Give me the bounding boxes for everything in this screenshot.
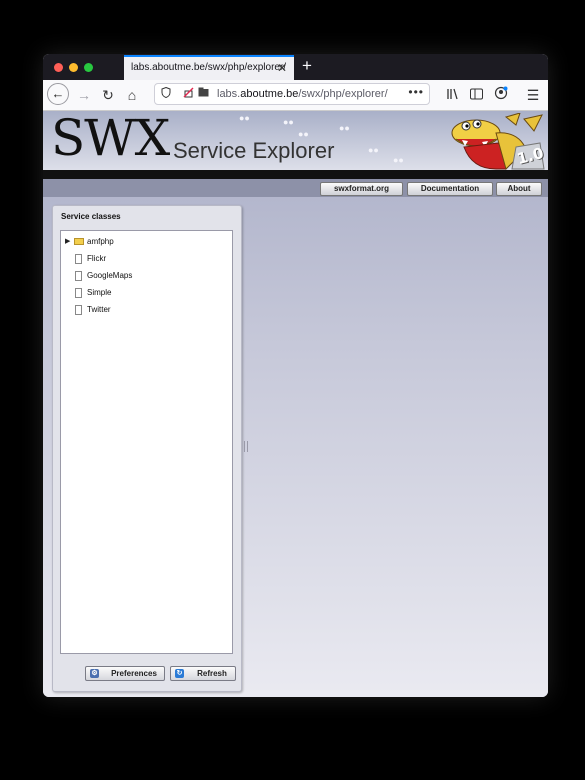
url-host: labs.aboutme.be: [217, 88, 299, 100]
shield-icon[interactable]: [161, 86, 171, 103]
tree-item-label: Twitter: [87, 305, 111, 314]
tab-active[interactable]: labs.aboutme.be/swx/php/explorer/ ✕: [124, 55, 294, 80]
url-text[interactable]: labs.aboutme.be/swx/php/explorer/: [217, 88, 388, 100]
about-link[interactable]: About: [496, 182, 542, 196]
forward-icon[interactable]: →: [75, 86, 93, 104]
paw-print-icon: ●●: [298, 129, 309, 139]
tree-item-label: GoogleMaps: [87, 271, 133, 280]
sidebar-icon[interactable]: [467, 86, 485, 104]
preferences-label: Preferences: [111, 669, 157, 678]
refresh-icon: ↻: [175, 669, 184, 678]
file-icon: [75, 305, 82, 315]
folder-icon: [74, 238, 84, 245]
browser-window: labs.aboutme.be/swx/php/explorer/ ✕ + ← …: [43, 54, 548, 697]
paw-print-icon: ●●: [239, 113, 250, 123]
file-icon: [75, 288, 82, 298]
tree-item-label: Simple: [87, 288, 112, 297]
panel-resize-handle[interactable]: [244, 441, 248, 452]
paw-print-icon: ●●: [339, 123, 350, 133]
preferences-icon: ⚙: [90, 669, 99, 678]
file-icon: [75, 271, 82, 281]
swx-logo: SWX: [51, 111, 170, 167]
paw-print-icon: ●●: [393, 155, 404, 165]
zoom-window-button[interactable]: [84, 63, 93, 72]
documentation-link[interactable]: Documentation: [407, 182, 493, 196]
tree-item-label: amfphp: [87, 237, 114, 246]
preferences-button[interactable]: ⚙ Preferences: [85, 666, 165, 681]
close-tab-icon[interactable]: ✕: [277, 61, 287, 75]
tab-title: labs.aboutme.be/swx/php/explorer/: [131, 62, 287, 73]
panel-title: Service classes: [61, 212, 121, 221]
service-classes-panel: Service classes ▶ amfphp Flickr GoogleMa…: [52, 205, 242, 692]
tab-bar: labs.aboutme.be/swx/php/explorer/ ✕ +: [43, 54, 548, 80]
nav-bar: ← → ↻ ⌂ labs.aboutme.be/swx/php/explorer…: [43, 80, 548, 111]
header-divider: [43, 170, 548, 179]
minimize-window-button[interactable]: [69, 63, 78, 72]
page-actions-icon[interactable]: •••: [408, 85, 424, 99]
file-icon: [75, 254, 82, 264]
account-icon[interactable]: [492, 86, 510, 104]
refresh-button[interactable]: ↻ Refresh: [170, 666, 236, 681]
close-window-button[interactable]: [54, 63, 63, 72]
banner: SWX Service Explorer ●● ●● ●● ●● ●● ●● 1…: [43, 111, 548, 171]
url-path: /swx/php/explorer/: [298, 88, 388, 100]
service-tree[interactable]: ▶ amfphp Flickr GoogleMaps Simple Twitte…: [60, 230, 233, 654]
new-tab-button[interactable]: +: [302, 56, 312, 76]
page-icon[interactable]: [198, 87, 209, 102]
back-icon[interactable]: ←: [47, 83, 69, 105]
library-icon[interactable]: [444, 86, 462, 104]
menu-icon[interactable]: ☰: [524, 86, 542, 104]
paw-print-icon: ●●: [283, 117, 294, 127]
expand-arrow-icon[interactable]: ▶: [65, 235, 70, 249]
tree-item-label: Flickr: [87, 254, 107, 263]
paw-print-icon: ●●: [368, 145, 379, 155]
page-content: SWX Service Explorer ●● ●● ●● ●● ●● ●● 1…: [43, 111, 548, 697]
header-links-bar: swxformat.org Documentation About: [43, 179, 548, 197]
reload-icon[interactable]: ↻: [99, 86, 117, 104]
tracking-blocked-icon[interactable]: [183, 87, 194, 103]
refresh-label: Refresh: [197, 669, 227, 678]
swxformat-link[interactable]: swxformat.org: [320, 182, 403, 196]
home-icon[interactable]: ⌂: [123, 86, 141, 104]
banner-subtitle: Service Explorer: [173, 138, 335, 163]
url-domain: aboutme.be: [240, 88, 299, 100]
url-bar[interactable]: labs.aboutme.be/swx/php/explorer/ •••: [154, 83, 430, 105]
